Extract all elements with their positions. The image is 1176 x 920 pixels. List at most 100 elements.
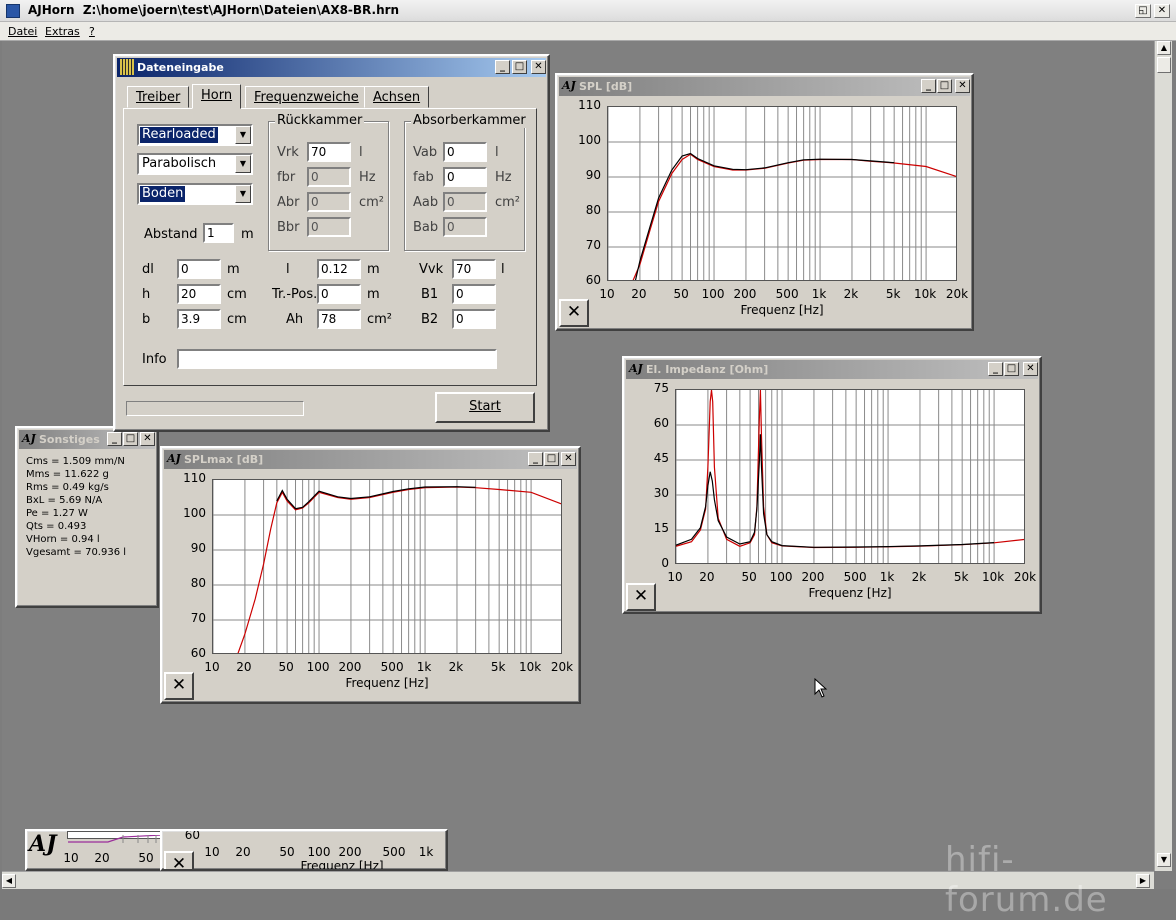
placement-combo[interactable]: Boden ▼ — [137, 183, 253, 205]
absorberkammer-field-input[interactable]: 0 — [443, 192, 487, 212]
maximize-icon[interactable]: □ — [123, 432, 138, 446]
absorberkammer-field-label: Vab — [413, 145, 438, 160]
absorberkammer-field-unit: Hz — [495, 170, 512, 185]
close-icon[interactable]: ✕ — [955, 79, 970, 93]
info-input[interactable] — [177, 349, 497, 369]
vertical-scrollbar[interactable]: ▲ ▼ — [1154, 41, 1172, 871]
horn-profile-combo[interactable]: Parabolisch ▼ — [137, 153, 253, 175]
mini-plot — [67, 831, 163, 843]
x-tick: 20 — [94, 851, 110, 865]
rueckkammer-field-input[interactable]: 70 — [307, 142, 351, 162]
minimize-icon[interactable]: _ — [495, 60, 510, 74]
dateneingabe-window[interactable]: Dateneingabe _ □ ✕ Treiber Horn Frequenz… — [113, 54, 550, 432]
tab-frequenzweiche[interactable]: Frequenzweiche — [245, 86, 368, 108]
window-title: El. Impedanz [Ohm] — [646, 363, 769, 376]
start-button[interactable]: Start — [435, 392, 535, 423]
dropdown-arrow-icon[interactable]: ▼ — [235, 126, 251, 144]
impedance-window[interactable]: AJ El. Impedanz [Ohm] _ □ ✕ 75 60 45 30 15 0 1… — [622, 356, 1042, 614]
absorberkammer-field-input[interactable]: 0 — [443, 142, 487, 162]
close-icon[interactable]: ✕ — [1023, 362, 1038, 376]
param-input[interactable]: 0.12 — [317, 259, 361, 279]
x-tick-label: 20 — [699, 570, 715, 584]
dateneingabe-titlebar[interactable]: Dateneingabe _ □ ✕ — [117, 58, 546, 77]
maximize-icon[interactable]: □ — [512, 60, 527, 74]
y-tick-label: 110 — [578, 98, 601, 112]
maximize-icon[interactable]: □ — [544, 452, 559, 466]
maximize-icon[interactable]: □ — [937, 79, 952, 93]
sonstiges-window[interactable]: AJ Sonstiges _ □ ✕ Cms = 1.509 mm/N Mms =… — [15, 426, 159, 608]
sonstiges-line: Vgesamt = 70.936 l — [26, 547, 127, 558]
rueckkammer-field-input[interactable]: 0 — [307, 217, 351, 237]
tab-achsen[interactable]: Achsen — [364, 86, 430, 108]
scroll-left-icon[interactable]: ◀ — [2, 874, 16, 888]
restore-button[interactable]: ◱ — [1135, 4, 1151, 18]
close-button[interactable]: ✕ — [1154, 4, 1170, 18]
scroll-up-icon[interactable]: ▲ — [1157, 41, 1171, 55]
param-input[interactable]: 78 — [317, 309, 361, 329]
menu-datei[interactable]: Datei — [8, 25, 37, 38]
x-axis-label: Frequenz [Hz] — [740, 303, 824, 317]
param-unit: m — [227, 262, 240, 277]
param-input[interactable]: 20 — [177, 284, 221, 304]
close-x-icon[interactable]: ✕ — [164, 672, 194, 700]
param-input[interactable]: 0 — [177, 259, 221, 279]
x-axis-label: Frequenz [Hz] — [300, 859, 384, 871]
splmax-window[interactable]: AJ SPLmax [dB] _ □ ✕ 110 100 90 80 70 60 10 20 5… — [160, 446, 581, 704]
y-tick: 60 — [184, 829, 200, 842]
param-unit: cm — [227, 287, 247, 302]
combo-value: Parabolisch — [142, 156, 217, 171]
absorberkammer-field-input[interactable]: 0 — [443, 167, 487, 187]
dropdown-arrow-icon[interactable]: ▼ — [235, 155, 251, 173]
param-input[interactable]: 0 — [452, 309, 496, 329]
partial-window-left[interactable]: AJ 10 20 50 — [25, 829, 165, 871]
aj-logo-icon: AJ — [562, 79, 576, 92]
window-title: Sonstiges — [39, 433, 100, 446]
x-tick-label: 20 — [236, 660, 252, 674]
close-icon[interactable]: ✕ — [531, 60, 546, 74]
maximize-icon[interactable]: □ — [1004, 362, 1019, 376]
close-x-icon[interactable]: ✕ — [626, 583, 656, 611]
impedance-titlebar[interactable]: AJ El. Impedanz [Ohm] _ □ ✕ — [626, 360, 1038, 379]
param-input[interactable]: 3.9 — [177, 309, 221, 329]
minimize-icon[interactable]: _ — [528, 452, 543, 466]
absorberkammer-group: Absorberkammer Vab 0 l fab 0 Hz Aab 0 cm² Bab 0 — [404, 113, 528, 251]
horn-type-combo[interactable]: Rearloaded ▼ — [137, 124, 253, 146]
y-tick-label: 60 — [653, 416, 669, 430]
minimize-icon[interactable]: _ — [107, 432, 122, 446]
spl-window[interactable]: AJ SPL [dB] _ □ ✕ 110 100 90 80 70 60 10 20 50 10… — [555, 73, 974, 331]
rueckkammer-group: Rückkammer Vrk 70 l fbr 0 Hz Abr 0 cm² Bbr 0 — [268, 113, 389, 251]
rueckkammer-field-input[interactable]: 0 — [307, 192, 351, 212]
param-input[interactable]: 0 — [452, 284, 496, 304]
sonstiges-titlebar[interactable]: AJ Sonstiges _ □ ✕ — [19, 430, 155, 449]
aj-logo-icon: AJ — [167, 452, 181, 465]
tab-treiber[interactable]: Treiber — [127, 86, 190, 108]
partial-window-right[interactable]: 60 ✕ 10 20 50 100 200 500 1k Frequenz [H… — [160, 829, 448, 871]
sonstiges-line: Pe = 1.27 W — [26, 508, 88, 519]
splmax-titlebar[interactable]: AJ SPLmax [dB] _ □ ✕ — [164, 450, 577, 469]
close-x-icon[interactable]: ✕ — [559, 299, 589, 327]
param-label: b — [142, 312, 151, 327]
rueckkammer-field-label: Bbr — [277, 220, 300, 235]
scroll-thumb[interactable] — [1157, 57, 1171, 73]
param-input[interactable]: 70 — [452, 259, 496, 279]
group-title: Rückkammer — [275, 113, 365, 128]
tab-horn[interactable]: Horn — [192, 84, 242, 109]
minimize-icon[interactable]: _ — [988, 362, 1003, 376]
main-titlebar[interactable]: AJHorn Z:\home\joern\test\AJHorn\Dateien… — [0, 0, 1176, 22]
y-tick-label: 100 — [183, 506, 206, 520]
menu-help[interactable]: ? — [89, 25, 95, 38]
plot-area — [212, 479, 562, 654]
param-input[interactable]: 0 — [317, 284, 361, 304]
rueckkammer-field-input[interactable]: 0 — [307, 167, 351, 187]
menu-extras[interactable]: Extras — [45, 25, 80, 38]
close-x-icon[interactable]: ✕ — [164, 851, 194, 869]
close-icon[interactable]: ✕ — [561, 452, 576, 466]
dropdown-arrow-icon[interactable]: ▼ — [235, 185, 251, 203]
spl-titlebar[interactable]: AJ SPL [dB] _ □ ✕ — [559, 77, 970, 96]
minimize-icon[interactable]: _ — [921, 79, 936, 93]
param-unit: cm² — [367, 312, 393, 327]
absorberkammer-field-input[interactable]: 0 — [443, 217, 487, 237]
window-title: SPLmax [dB] — [184, 453, 264, 466]
abstand-input[interactable]: 1 — [203, 223, 234, 243]
close-icon[interactable]: ✕ — [140, 432, 155, 446]
